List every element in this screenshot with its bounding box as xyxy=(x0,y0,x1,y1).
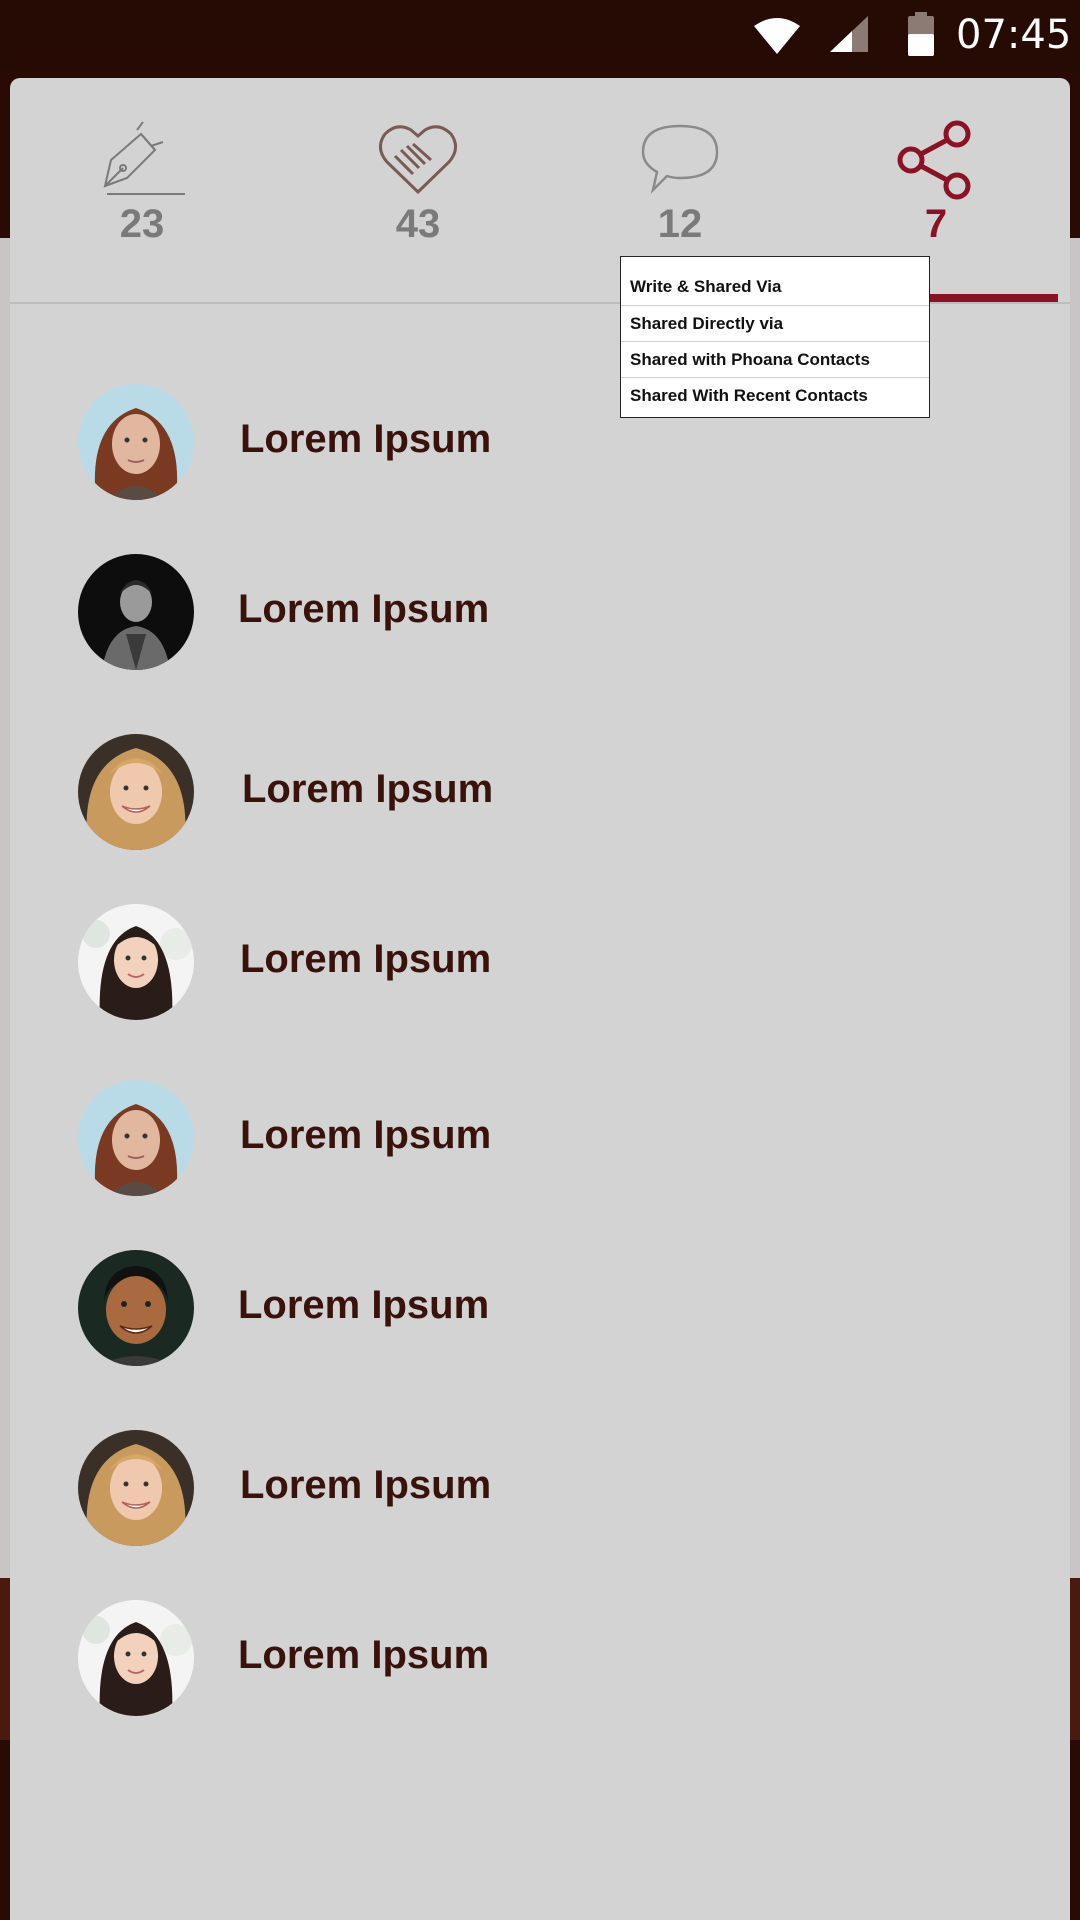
avatar xyxy=(78,1430,194,1546)
list-item[interactable]: Lorem Ipsum xyxy=(10,1580,1070,1730)
contact-name: Lorem Ipsum xyxy=(238,587,490,631)
tab-love[interactable]: 43 xyxy=(318,78,518,302)
contact-name: Lorem Ipsum xyxy=(240,937,492,981)
tab-write[interactable]: 23 xyxy=(42,78,242,302)
speech-bubble-icon xyxy=(641,124,719,194)
contact-name: Lorem Ipsum xyxy=(240,1463,492,1507)
menu-item-shared-directly-via[interactable]: Shared Directly via xyxy=(621,305,929,340)
battery-icon xyxy=(908,12,934,56)
signal-icon xyxy=(830,16,868,52)
list-item[interactable]: Lorem Ipsum xyxy=(10,364,1070,514)
avatar xyxy=(78,734,194,850)
list-item[interactable]: Lorem Ipsum xyxy=(10,1230,1070,1380)
tab-love-count: 43 xyxy=(395,202,441,246)
list-item[interactable]: Lorem Ipsum xyxy=(10,1410,1070,1560)
avatar xyxy=(78,1600,194,1716)
contact-name: Lorem Ipsum xyxy=(240,1113,492,1157)
contact-name: Lorem Ipsum xyxy=(240,417,492,461)
clock: 07:45 xyxy=(956,12,1072,58)
tab-comments-count: 12 xyxy=(657,202,703,246)
list-item[interactable]: Lorem Ipsum xyxy=(10,884,1070,1034)
avatar xyxy=(78,1250,194,1366)
menu-item-write-shared-via[interactable]: Write & Shared Via xyxy=(621,269,929,304)
pen-nib-icon xyxy=(103,121,185,195)
contact-name: Lorem Ipsum xyxy=(238,1633,490,1677)
contact-name: Lorem Ipsum xyxy=(242,767,494,811)
share-sheet: 23 43 12 7 Write & Shared Via Shared Dir… xyxy=(10,78,1070,1920)
avatar xyxy=(78,904,194,1020)
contact-name: Lorem Ipsum xyxy=(238,1283,490,1327)
list-item[interactable]: Lorem Ipsum xyxy=(10,714,1070,864)
share-icon xyxy=(897,120,971,200)
active-tab-indicator xyxy=(928,294,1058,302)
status-bar: 07:45 xyxy=(0,0,1080,72)
list-item[interactable]: Lorem Ipsum xyxy=(10,534,1070,684)
avatar xyxy=(78,384,194,500)
tab-share-count: 7 xyxy=(924,202,948,246)
heart-handshake-icon xyxy=(379,125,457,195)
list-item[interactable]: Lorem Ipsum xyxy=(10,1060,1070,1210)
wifi-icon xyxy=(754,18,800,54)
avatar xyxy=(78,554,194,670)
avatar xyxy=(78,1080,194,1196)
tab-write-count: 23 xyxy=(119,202,165,246)
